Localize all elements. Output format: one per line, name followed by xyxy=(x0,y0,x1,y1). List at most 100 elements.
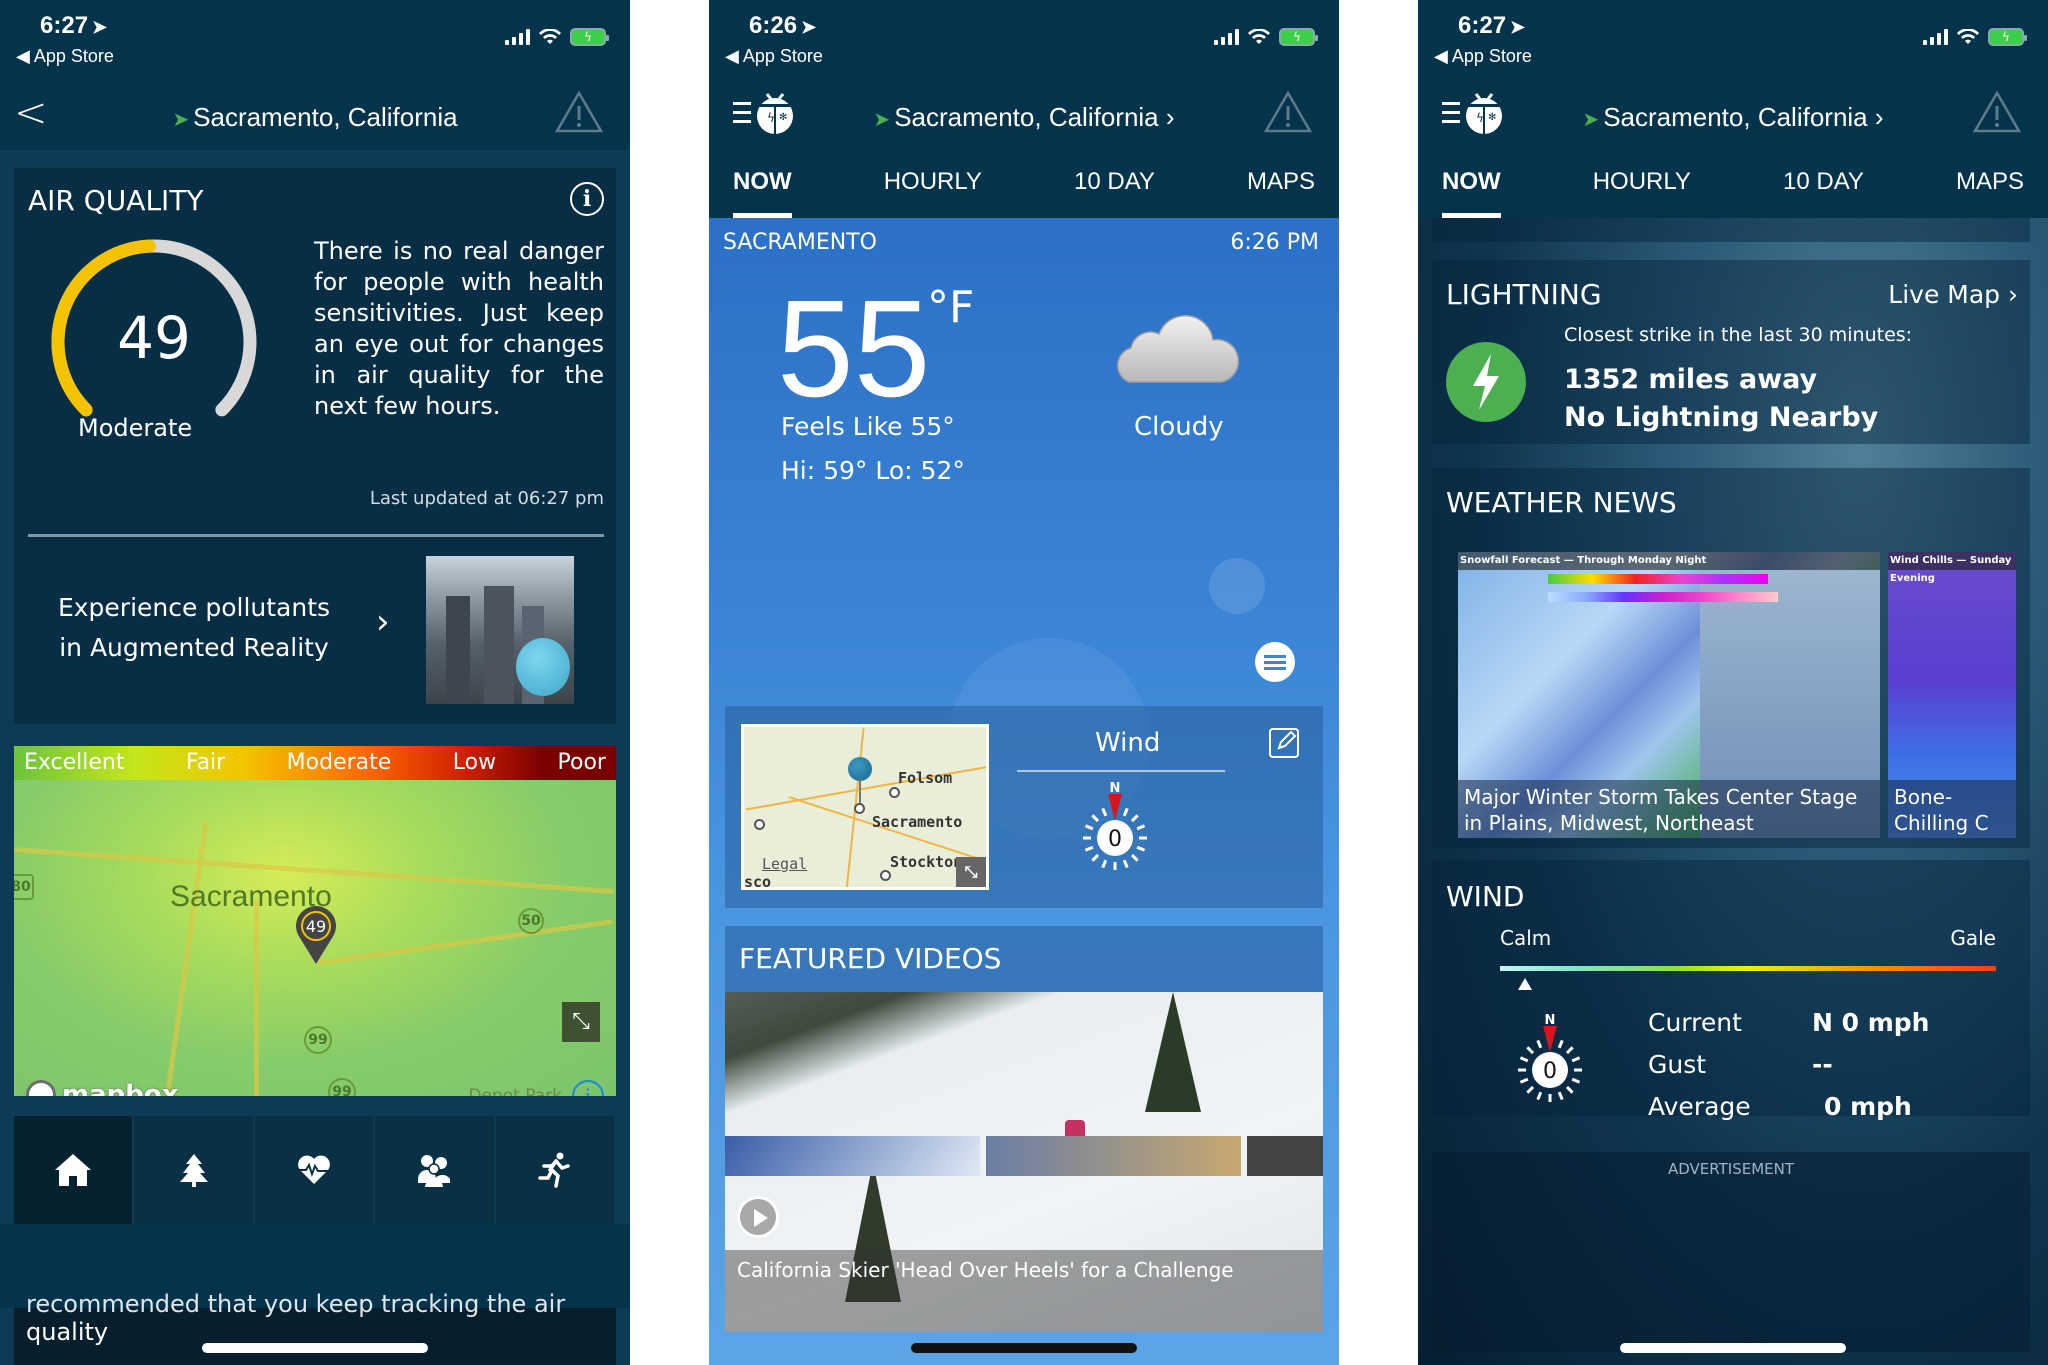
compass-tick xyxy=(1565,1046,1574,1055)
scale-label: Excellent xyxy=(24,750,125,775)
news-caption: Bone-Chilling C Central U.S. xyxy=(1888,780,2016,838)
map-canvas[interactable]: Sacramento 49 80 50 99 99 mapbox Depot P… xyxy=(14,780,616,1096)
news-item[interactable]: Snowfall Forecast — Through Monday Night… xyxy=(1458,552,1880,838)
news-item[interactable]: Wind Chills — Sunday Evening Bone-Chilli… xyxy=(1888,552,2016,838)
chevron-right-icon: › xyxy=(1165,102,1175,132)
video-thumbnail[interactable] xyxy=(985,1136,1241,1176)
tab-maps[interactable]: MAPS xyxy=(1247,160,1315,218)
wifi-icon xyxy=(1957,29,1979,44)
wind-row-value: -- xyxy=(1812,1050,1833,1079)
wind-speed: 0 xyxy=(1108,827,1122,852)
back-to-app-store[interactable]: ◀ App Store xyxy=(1434,46,1532,67)
tab-health[interactable] xyxy=(255,1116,376,1224)
location-arrow-icon: ➤ xyxy=(1510,17,1526,37)
location-arrow-icon: ➤ xyxy=(92,17,108,37)
compass-tick xyxy=(1571,1077,1581,1084)
pin-value: 49 xyxy=(306,917,326,936)
previous-card-edge xyxy=(1432,218,2030,242)
compass-tick xyxy=(1136,824,1146,831)
alert-warning-icon[interactable] xyxy=(1263,90,1313,134)
aqi-map-pin[interactable]: 49 xyxy=(294,906,338,964)
legal-link[interactable]: Legal xyxy=(762,855,807,873)
recommendation-line: quality xyxy=(26,1318,109,1346)
wind-speed: 0 xyxy=(1543,1059,1557,1084)
status-bar: 6:27 ➤ ◀ App Store ϟ xyxy=(1418,0,2048,70)
cloudy-icon xyxy=(1117,315,1239,383)
highway-shield: 80 xyxy=(14,874,34,900)
wind-scale-bar xyxy=(1500,966,1996,971)
map-info-icon[interactable]: i xyxy=(572,1080,604,1096)
tab-10-day[interactable]: 10 DAY xyxy=(1074,160,1155,218)
map-park-label: Depot Park xyxy=(468,1086,562,1096)
list-view-icon[interactable] xyxy=(1255,642,1295,682)
scale-label: Moderate xyxy=(286,750,392,775)
location-selector[interactable]: ➤ Sacramento, California › xyxy=(1418,102,2048,133)
ar-thumbnail[interactable] xyxy=(426,556,574,704)
expand-map-icon[interactable]: ⤡ xyxy=(956,857,986,887)
video-thumbnails xyxy=(725,1136,1323,1176)
tab-hourly[interactable]: HOURLY xyxy=(1593,160,1691,218)
tab-home[interactable] xyxy=(14,1116,135,1224)
lens-flare xyxy=(1209,558,1265,614)
home-indicator[interactable] xyxy=(911,1343,1137,1353)
rain-legend xyxy=(1548,574,1768,584)
back-to-app-store[interactable]: ◀ App Store xyxy=(16,46,114,67)
air-quality-map[interactable]: Excellent Fair Moderate Low Poor Sacrame… xyxy=(14,746,616,1096)
tab-activity[interactable] xyxy=(496,1116,617,1224)
compass-tick xyxy=(1122,859,1129,869)
wind-card: WIND Calm Gale 0 N Current N 0 mph Gust … xyxy=(1432,860,2030,1121)
tab-10-day[interactable]: 10 DAY xyxy=(1783,160,1864,218)
radar-mini-map[interactable]: Folsom Sacramento Stockton Legal sco ⤡ xyxy=(741,724,989,890)
divider xyxy=(1017,770,1225,772)
divider xyxy=(28,534,604,537)
alert-warning-icon[interactable] xyxy=(554,90,604,134)
info-icon[interactable]: i xyxy=(570,182,604,216)
wind-scale-max: Gale xyxy=(1950,926,1996,950)
map-pin-icon xyxy=(848,757,872,781)
chevron-right-icon[interactable]: › xyxy=(376,602,390,642)
map-label: Folsom xyxy=(898,769,953,787)
header: ϟ ✻ ➤ Sacramento, California › xyxy=(709,84,1339,154)
ar-promo-text[interactable]: Experience pollutants in Augmented Reali… xyxy=(44,588,344,668)
edit-icon[interactable] xyxy=(1269,728,1299,758)
status-icons: ϟ xyxy=(505,28,609,46)
compass-tick xyxy=(1136,845,1146,852)
main-tabs: NOW HOURLY 10 DAY MAPS xyxy=(1418,160,2048,218)
tab-outdoors[interactable] xyxy=(134,1116,255,1224)
video-thumbnail[interactable] xyxy=(725,1136,980,1176)
home-indicator[interactable] xyxy=(202,1343,428,1353)
wind-title: WIND xyxy=(1446,880,1525,913)
expand-map-icon[interactable]: ⤡ xyxy=(562,1002,600,1042)
compass-tick xyxy=(1536,1091,1543,1101)
wind-row-value: N 0 mph xyxy=(1812,1008,1930,1037)
mapbox-logo[interactable]: mapbox xyxy=(26,1080,179,1096)
video-scene-tree xyxy=(1145,992,1201,1112)
wifi-icon xyxy=(539,29,561,44)
video-thumbnail[interactable] xyxy=(1246,1136,1323,1176)
location-arrow-icon: ➤ xyxy=(873,109,891,131)
status-icons: ϟ xyxy=(1923,28,2027,46)
live-map-link[interactable]: Live Map › xyxy=(1888,280,2018,309)
home-indicator[interactable] xyxy=(1620,1343,1846,1353)
battery-icon: ϟ xyxy=(570,28,609,46)
map-label: Stockton xyxy=(890,853,963,871)
air-quality-card: AIR QUALITY i 49 Moderate There is no re… xyxy=(14,168,616,724)
location-selector[interactable]: ➤ Sacramento, California › xyxy=(709,102,1339,133)
tab-family[interactable] xyxy=(375,1116,496,1224)
main-tabs: NOW HOURLY 10 DAY MAPS xyxy=(709,160,1339,218)
tab-now[interactable]: NOW xyxy=(1442,160,1501,218)
map-label: Sacramento xyxy=(872,813,963,831)
status-bar: 6:26 ➤ ◀ App Store ϟ xyxy=(709,0,1339,70)
tab-maps[interactable]: MAPS xyxy=(1956,160,2024,218)
wifi-icon xyxy=(1248,29,1270,44)
wind-row-label: Gust xyxy=(1648,1050,1707,1079)
lightning-title: LIGHTNING xyxy=(1446,278,1602,311)
tab-now[interactable]: NOW xyxy=(733,160,792,218)
highway-shield: 99 xyxy=(304,1026,332,1054)
chevron-right-icon: › xyxy=(2008,280,2018,309)
back-to-app-store[interactable]: ◀ App Store xyxy=(725,46,823,67)
compass-tick xyxy=(1571,1056,1581,1063)
alert-warning-icon[interactable] xyxy=(1972,90,2022,134)
tab-hourly[interactable]: HOURLY xyxy=(884,160,982,218)
play-icon[interactable] xyxy=(737,1196,779,1238)
